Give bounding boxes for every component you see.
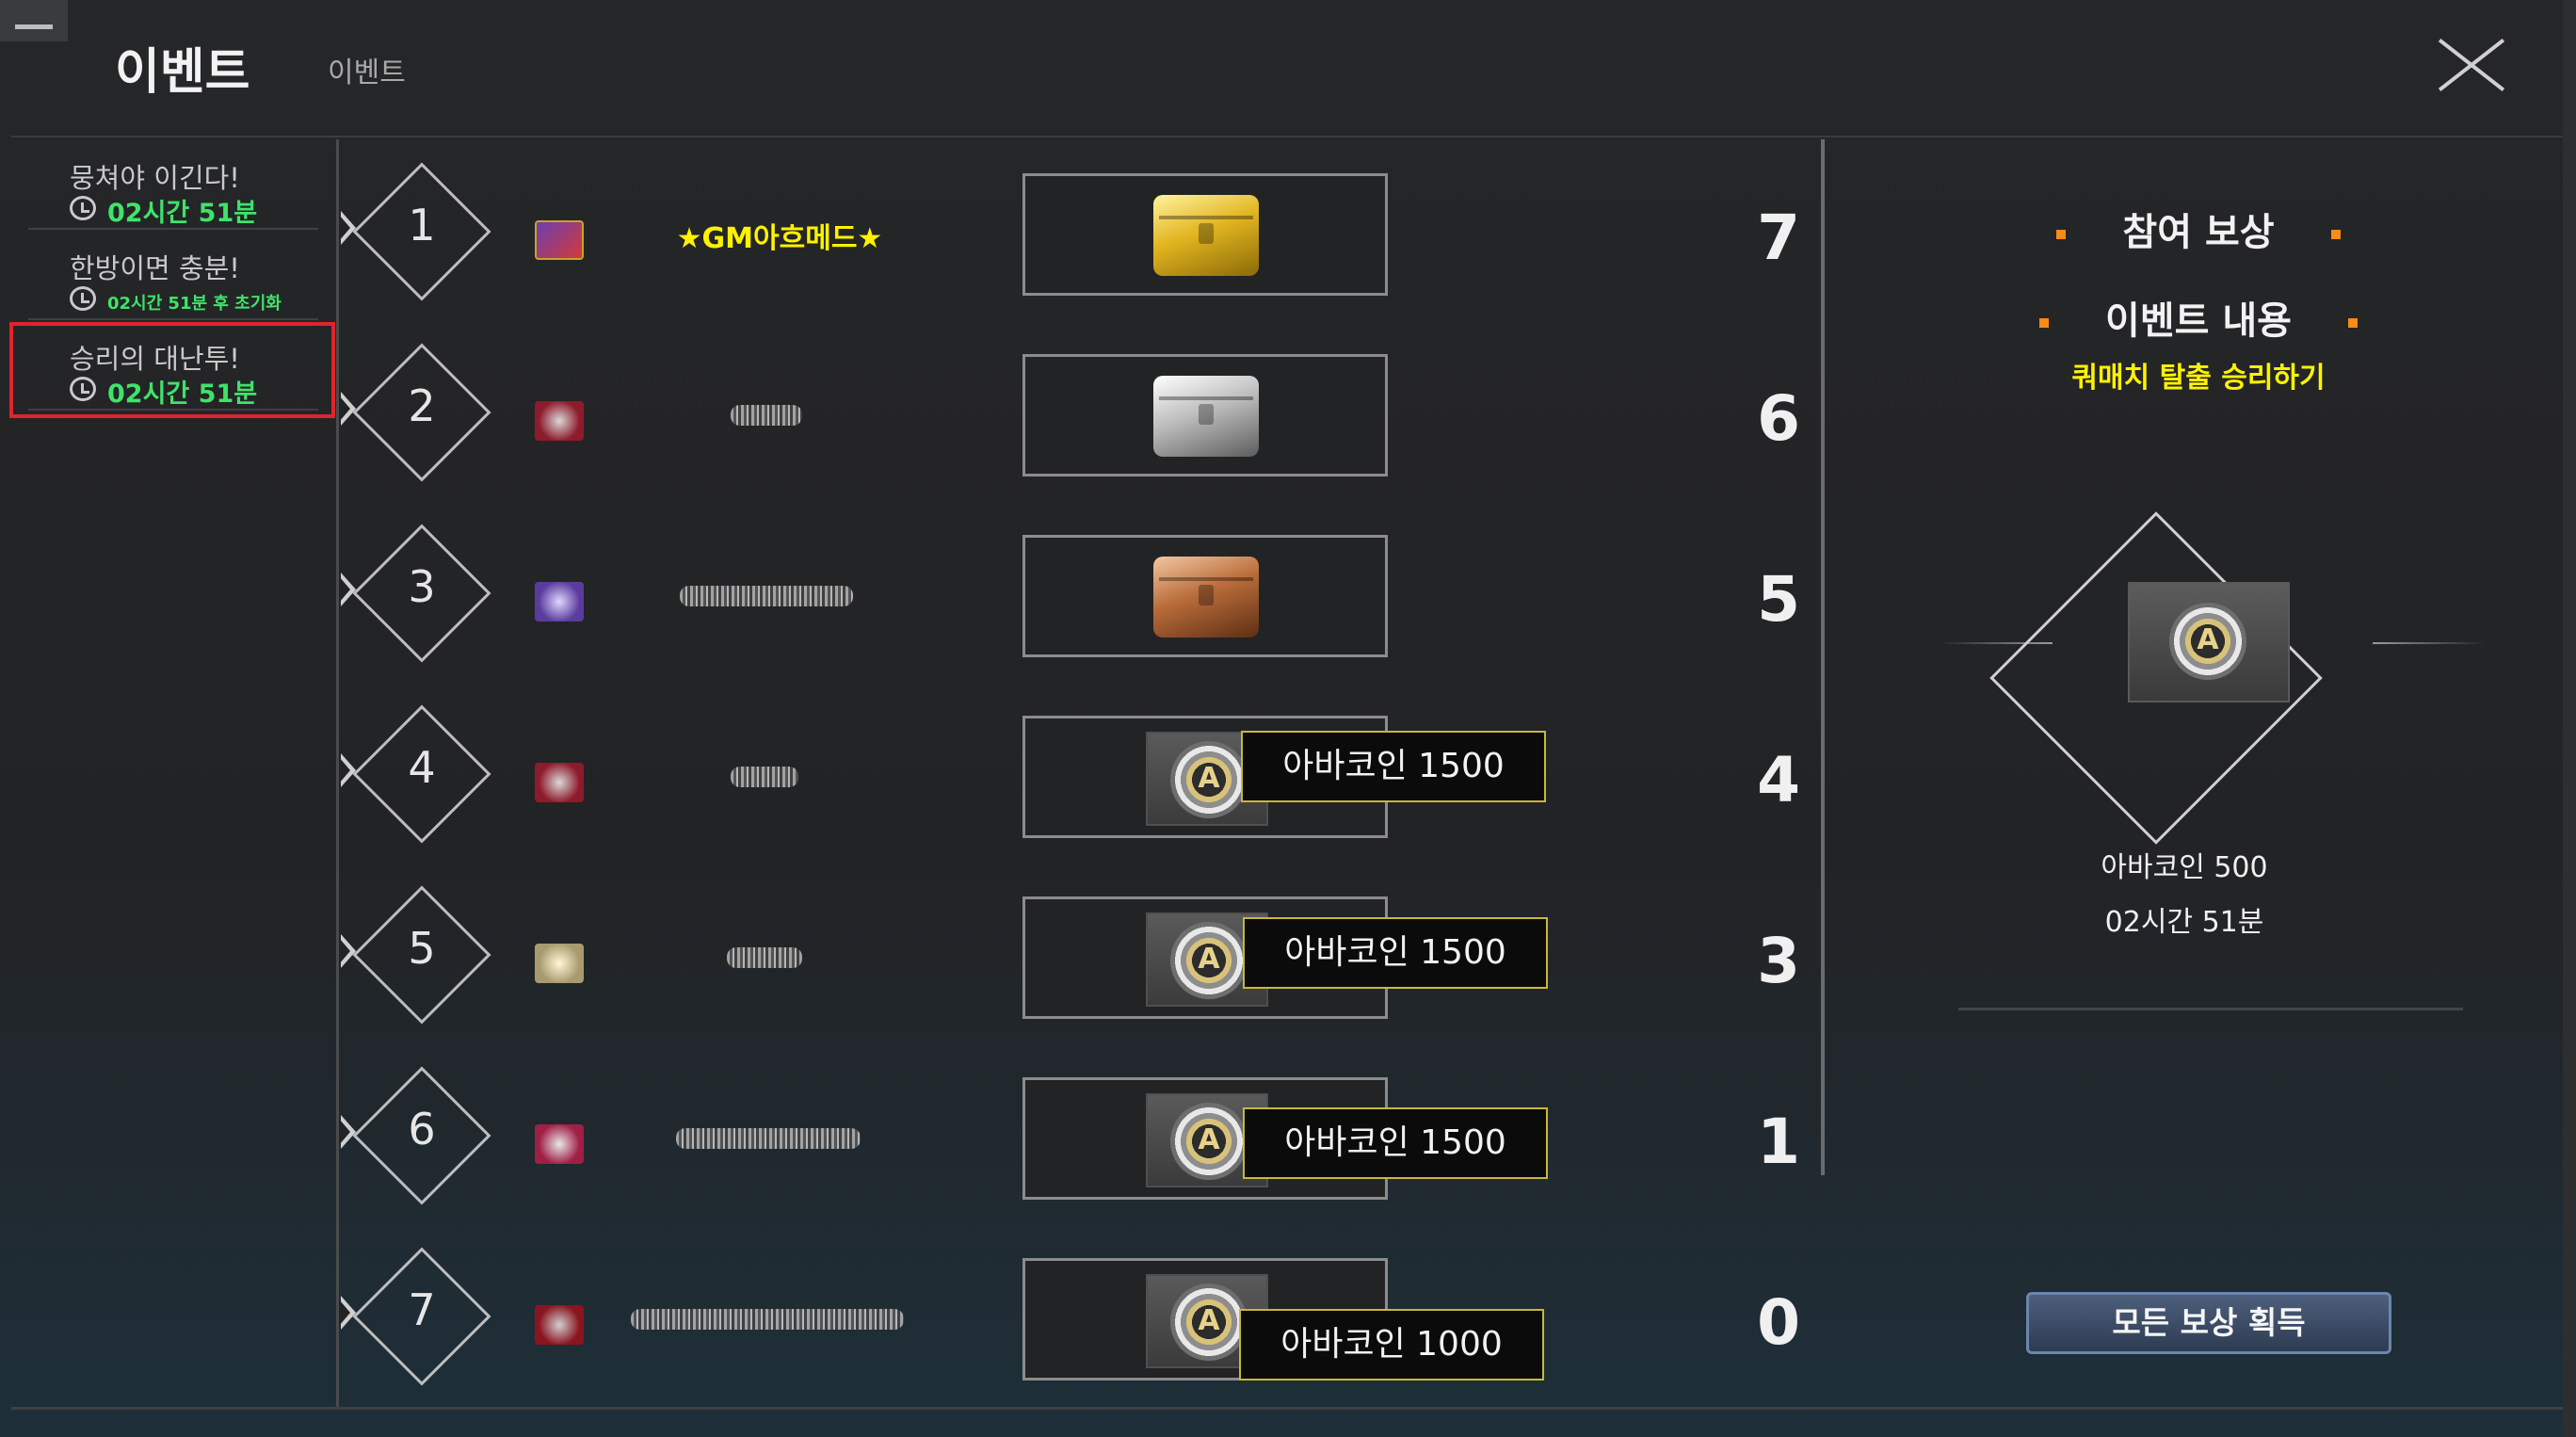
ava-coin-icon [1170, 1284, 1248, 1361]
event-item-1[interactable]: 뭉쳐야 이긴다! 02시간 51분 [28, 145, 318, 230]
rank-emblem-icon [535, 582, 584, 622]
ranking-row: 7 아바코인 1000 0 [339, 1228, 1825, 1409]
event-window: 이벤트 이벤트 뭉쳐야 이긴다! 02시간 51분 한방이면 충분! 02시간 … [0, 0, 2576, 1437]
ranking-row: 3 5 [339, 505, 1825, 686]
ranking-list: 1 ★GM아흐메드★ 7 2 6 3 5 4 A 아바코인 1500 4 5 A… [339, 139, 1825, 1409]
player-name: ★GM아흐메드★ [676, 222, 883, 255]
event-content-label: 이벤트 내용 [2105, 299, 2292, 343]
ranking-row: 4 아바코인 1500 4 [339, 686, 1825, 866]
event-item-time: 02시간 51분 후 초기화 [107, 294, 282, 314]
row-arrow-icon [339, 392, 356, 426]
reward-info-panel: 참여 보상 이벤트 내용 쿼매치 탈출 승리하기 아바코인 500 02시간 5… [1827, 139, 2570, 1407]
ava-coin-icon [1170, 741, 1248, 818]
bullet-icon [2347, 318, 2358, 328]
reward-box [1022, 535, 1388, 657]
event-item-title: 뭉쳐야 이긴다! [70, 162, 240, 194]
reward-label: 아바코인 1500 [1243, 917, 1548, 989]
row-arrow-icon [339, 753, 356, 787]
player-name-blurred [731, 405, 802, 426]
event-description: 쿼매치 탈출 승리하기 [2071, 362, 2326, 395]
ranking-row: 2 6 [339, 324, 1825, 505]
score: 4 [1757, 744, 1800, 816]
rank-number: 2 [408, 380, 436, 431]
score: 3 [1757, 925, 1800, 997]
rank-number: 7 [408, 1284, 436, 1335]
rank-number: 3 [408, 561, 436, 612]
participation-reward-label: 참여 보상 [2122, 211, 2275, 254]
player-name-blurred [680, 586, 853, 606]
window-title: 이벤트 [115, 44, 250, 101]
ava-coin-icon [2169, 603, 2246, 680]
reward-name: 아바코인 500 [2101, 851, 2268, 884]
reward-label: 아바코인 1000 [1239, 1309, 1544, 1380]
ava-coin-icon [1170, 1103, 1248, 1180]
gold-chest-icon [1153, 195, 1259, 276]
bullet-icon [2039, 318, 2050, 328]
divider [1958, 1008, 2463, 1010]
participation-reward-tile [2128, 582, 2290, 702]
clock-icon [70, 286, 96, 311]
player-name-blurred [631, 1309, 904, 1330]
bullet-icon [2330, 230, 2341, 239]
event-item-title: 한방이면 충분! [70, 252, 240, 284]
rank-number: 4 [408, 742, 436, 793]
ranking-row: 5 아바코인 1500 3 [339, 866, 1825, 1047]
ava-coin-icon [1170, 922, 1248, 999]
divider [2373, 642, 2486, 644]
rank-emblem-icon [535, 1305, 584, 1345]
bullet-icon [2056, 230, 2067, 239]
player-name-blurred [727, 947, 802, 968]
scrollbar[interactable] [1821, 139, 1825, 1175]
bronze-chest-icon [1153, 557, 1259, 638]
reward-label: 아바코인 1500 [1243, 1107, 1548, 1179]
silver-chest-icon [1153, 376, 1259, 457]
clock-icon [70, 196, 96, 220]
row-arrow-icon [339, 934, 356, 968]
window-header: 이벤트 이벤트 [11, 0, 2563, 137]
window-subtitle: 이벤트 [328, 57, 406, 89]
score: 1 [1757, 1106, 1800, 1178]
rank-emblem-icon [535, 401, 584, 441]
event-item-time: 02시간 51분 [107, 199, 258, 228]
window-edge [2563, 0, 2576, 1437]
row-arrow-icon [339, 1115, 356, 1149]
ranking-row: 6 아바코인 1500 1 [339, 1047, 1825, 1228]
event-content-header: 이벤트 내용 [1827, 290, 2570, 345]
participation-reward-header: 참여 보상 [1827, 202, 2570, 256]
reward-box [1022, 354, 1388, 476]
player-name-blurred [676, 1128, 861, 1149]
event-item-2[interactable]: 한방이면 충분! 02시간 51분 후 초기화 [28, 235, 318, 320]
selected-event-highlight [9, 322, 335, 418]
rank-number: 5 [408, 923, 436, 974]
reward-label: 아바코인 1500 [1241, 731, 1546, 802]
reward-time: 02시간 51분 [2104, 906, 2264, 939]
rank-number: 6 [408, 1104, 436, 1154]
rank-number: 1 [408, 200, 436, 250]
rank-emblem-icon [535, 220, 584, 260]
claim-all-rewards-button[interactable]: 모든 보상 획득 [2026, 1292, 2391, 1354]
reward-box [1022, 173, 1388, 296]
ranking-row: 1 ★GM아흐메드★ 7 [339, 143, 1825, 324]
rank-emblem-icon [535, 1124, 584, 1164]
row-arrow-icon [339, 573, 356, 606]
score: 0 [1757, 1286, 1800, 1359]
rank-emblem-icon [535, 763, 584, 802]
score: 7 [1757, 202, 1800, 274]
row-arrow-icon [339, 1296, 356, 1330]
player-name-blurred [731, 767, 798, 787]
close-icon[interactable] [2437, 38, 2506, 92]
row-arrow-icon [339, 211, 356, 245]
score: 5 [1757, 563, 1800, 636]
score: 6 [1757, 382, 1800, 455]
rank-emblem-icon [535, 944, 584, 983]
footer-divider [11, 1407, 2563, 1410]
